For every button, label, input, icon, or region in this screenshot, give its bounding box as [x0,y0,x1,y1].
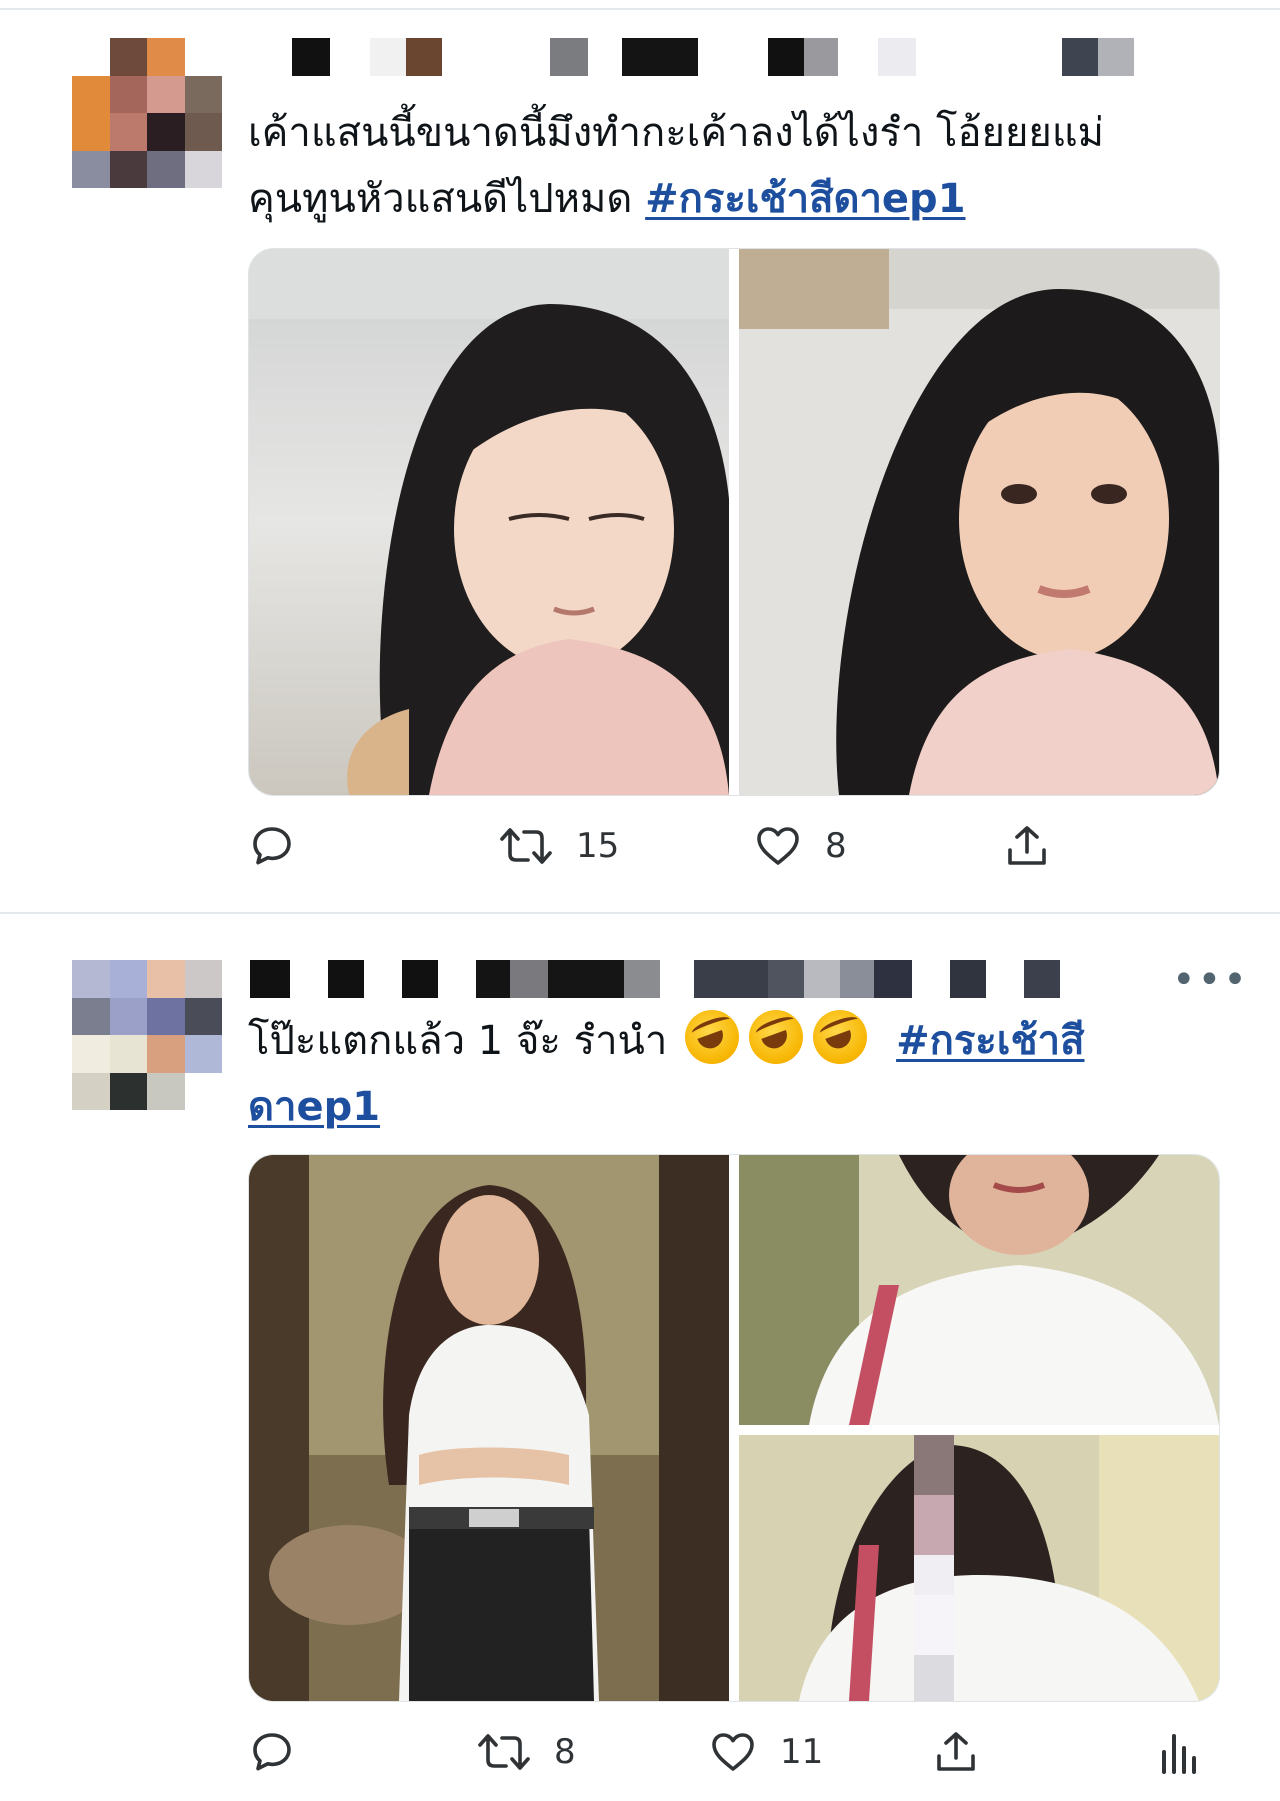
reply-icon [253,827,291,865]
analytics-button[interactable] [1158,1722,1198,1782]
student-uniform-photo-2[interactable] [739,1155,1219,1425]
hashtag-link-continued[interactable]: ดาep1 [248,1084,380,1130]
retweet-button[interactable]: 8 [476,1722,576,1782]
share-icon [937,1732,975,1771]
retweet-icon [500,828,552,864]
retweet-icon [478,1734,530,1770]
like-button[interactable]: 8 [753,816,847,876]
tweet-text-plain: คุนทูนหัวแสนดีไปหมด [248,176,646,222]
tweet-text-line-1: เค้าแสนนี้ขนาดนี้มึงทำกะเค้าลงได้ไงรำ โอ… [248,110,1104,156]
reply-icon [253,1733,291,1771]
heart-icon [712,1733,754,1771]
avatar-pixelated[interactable] [72,38,222,188]
hashtag-link[interactable]: #กระเช้าสีดาep1 [645,176,965,222]
tweet-2[interactable]: ••• โป๊ะแตกแล้ว 1 จ๊ะ รำนำ #กระเช้าสี ดา… [0,914,1280,1801]
reply-button[interactable] [248,816,296,876]
rolling-on-floor-laughing-icon [685,1010,740,1064]
woman-looking-up-photo[interactable] [739,249,1219,795]
like-count: 8 [825,826,847,866]
tweet-text: เค้าแสนนี้ขนาดนี้มึงทำกะเค้าลงได้ไงรำ โอ… [248,100,1104,232]
tweet-text-line-2: ดาep1 [248,1074,1084,1140]
retweet-button[interactable]: 15 [498,816,619,876]
retweet-count: 15 [576,826,620,866]
student-uniform-photo-1[interactable] [249,1155,729,1701]
heart-icon [757,827,799,865]
media-grid[interactable] [248,248,1220,796]
share-icon [1008,826,1046,865]
tweet-text-plain: โป๊ะแตกแล้ว 1 จ๊ะ รำนำ [248,1018,681,1064]
share-button[interactable] [932,1722,980,1782]
tweet-1[interactable]: เค้าแสนนี้ขนาดนี้มึงทำกะเค้าลงได้ไงรำ โอ… [0,0,1280,900]
hashtag-link[interactable]: #กระเช้าสี [896,1018,1084,1064]
tweet-actions: 8 11 [248,1722,1228,1782]
like-button[interactable]: 11 [708,1722,823,1782]
username-pixelated[interactable] [250,960,1110,998]
tweet-text: โป๊ะแตกแล้ว 1 จ๊ะ รำนำ #กระเช้าสี ดาep1 [248,1008,1084,1140]
top-divider [0,8,1280,10]
student-uniform-photo-3[interactable] [739,1435,1219,1701]
more-options-button[interactable]: ••• [1172,960,1249,1000]
share-button[interactable] [1003,816,1051,876]
username-pixelated[interactable] [250,38,1150,76]
tweet-text-line-2: คุนทูนหัวแสนดีไปหมด #กระเช้าสีดาep1 [248,166,1104,232]
rolling-on-floor-laughing-icon [813,1010,868,1064]
avatar-pixelated[interactable] [72,960,222,1110]
tweet-actions: 15 8 [248,816,1148,876]
media-grid[interactable] [248,1154,1220,1702]
analytics-icon [1162,1734,1196,1774]
reply-button[interactable] [248,1722,296,1782]
tweet-text-line-1: โป๊ะแตกแล้ว 1 จ๊ะ รำนำ #กระเช้าสี [248,1008,1084,1074]
retweet-count: 8 [554,1732,576,1772]
rolling-on-floor-laughing-icon [749,1010,804,1064]
woman-looking-down-photo[interactable] [249,249,729,795]
like-count: 11 [780,1732,824,1772]
